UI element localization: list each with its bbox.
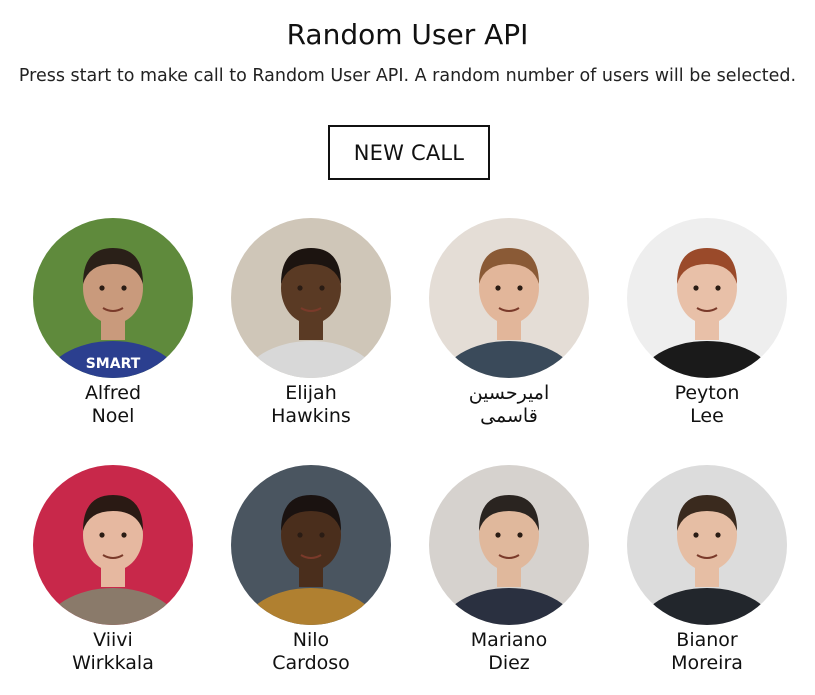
avatar-portrait <box>429 465 589 625</box>
user-avatar <box>231 218 391 378</box>
user-first-name: امیرحسین <box>468 382 550 404</box>
user-card[interactable]: امیرحسین قاسمی <box>410 218 608 465</box>
user-card[interactable]: Mariano Diez <box>410 465 608 695</box>
user-last-name: Diez <box>488 652 530 674</box>
user-name: Peyton Lee <box>675 382 740 428</box>
svg-text:SMART: SMART <box>86 356 141 372</box>
user-avatar <box>33 465 193 625</box>
user-avatar: SMART <box>33 218 193 378</box>
user-card[interactable]: Viivi Wirkkala <box>14 465 212 695</box>
user-grid: SMART Alfred Noel Elijah Hawkins امیرحسین قاسم… <box>14 218 806 695</box>
user-first-name: Peyton <box>674 382 740 404</box>
user-first-name: Mariano <box>470 629 548 651</box>
user-avatar <box>429 465 589 625</box>
user-name: امیرحسین قاسمی <box>469 382 550 428</box>
user-last-name: Noel <box>91 405 135 427</box>
page-subtitle: Press start to make call to Random User … <box>18 66 797 86</box>
user-last-name: قاسمی <box>480 405 538 427</box>
user-last-name: Wirkkala <box>72 652 154 674</box>
new-call-button[interactable]: NEW CALL <box>328 125 490 180</box>
user-last-name: Lee <box>690 405 724 427</box>
avatar-portrait <box>33 465 193 625</box>
user-name: Mariano Diez <box>471 629 547 675</box>
user-first-name: Alfred <box>84 382 142 404</box>
user-last-name: Hawkins <box>271 405 351 427</box>
random-user-page: Random User API Press start to make call… <box>0 0 815 695</box>
avatar-portrait <box>231 218 391 378</box>
user-card[interactable]: Nilo Cardoso <box>212 465 410 695</box>
user-card[interactable]: SMART Alfred Noel <box>14 218 212 465</box>
user-name: Viivi Wirkkala <box>72 629 154 675</box>
user-avatar <box>429 218 589 378</box>
user-first-name: Elijah <box>285 382 337 404</box>
avatar-portrait <box>627 465 787 625</box>
user-card[interactable]: Peyton Lee <box>608 218 806 465</box>
avatar-portrait <box>627 218 787 378</box>
user-avatar <box>627 218 787 378</box>
user-card[interactable]: Elijah Hawkins <box>212 218 410 465</box>
user-last-name: Moreira <box>671 652 743 674</box>
user-name: Bianor Moreira <box>671 629 743 675</box>
user-name: Elijah Hawkins <box>271 382 351 428</box>
user-name: Alfred Noel <box>85 382 141 428</box>
user-first-name: Bianor <box>676 629 738 651</box>
user-first-name: Viivi <box>93 629 133 651</box>
avatar-portrait <box>429 218 589 378</box>
user-name: Nilo Cardoso <box>272 629 350 675</box>
user-avatar <box>627 465 787 625</box>
user-first-name: Nilo <box>292 629 330 651</box>
avatar-portrait: SMART <box>33 218 193 378</box>
page-title: Random User API <box>286 18 529 51</box>
user-card[interactable]: Bianor Moreira <box>608 465 806 695</box>
user-avatar <box>231 465 391 625</box>
user-last-name: Cardoso <box>272 652 350 674</box>
avatar-portrait <box>231 465 391 625</box>
